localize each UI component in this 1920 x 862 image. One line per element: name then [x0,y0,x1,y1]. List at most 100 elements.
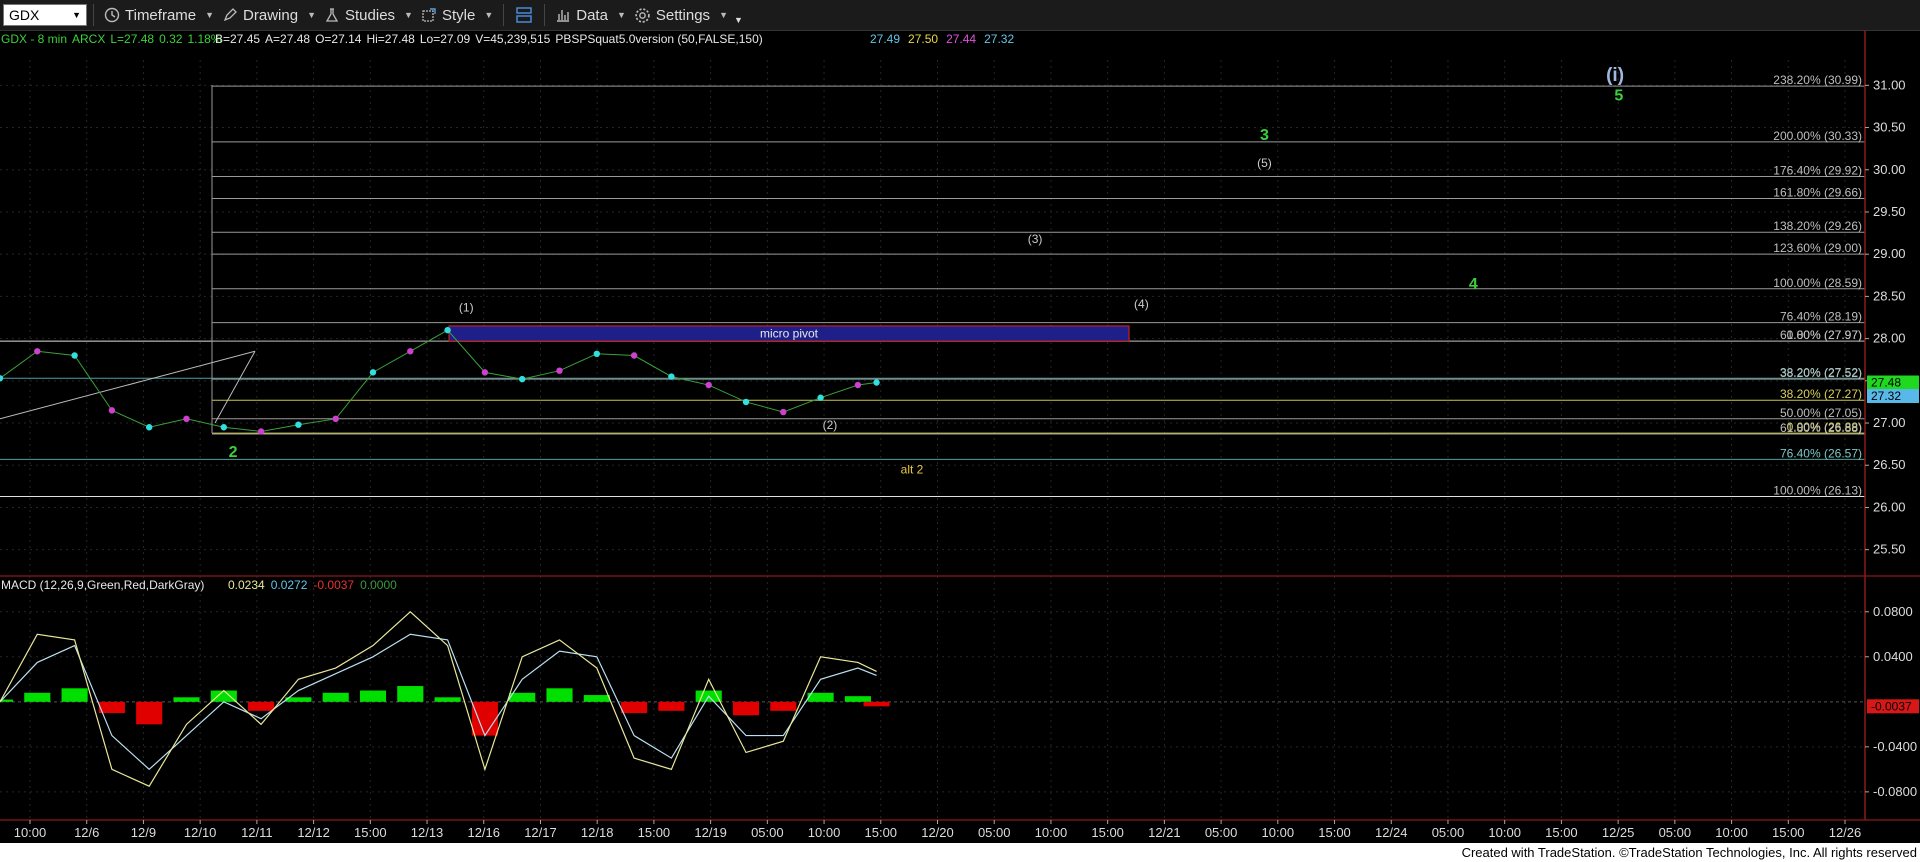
gear-icon [635,7,650,23]
time-tick-label: 12/25 [1602,825,1635,840]
wave-label: (5) [1257,156,1272,170]
time-tick-label: 12/10 [184,825,217,840]
time-tick-label: 12/26 [1829,825,1862,840]
fib-label: 138.20% (29.26) [1773,219,1862,233]
price-tick-label: 28.50 [1873,288,1906,303]
time-tick-label: 15:00 [1545,825,1578,840]
info-quote: B=27.45 A=27.48 O=27.14 Hi=27.48 Lo=27.09 V=4… [215,32,763,46]
fib-label: 38.20% (27.27) [1780,387,1862,401]
timeframe-caret-icon: ▼ [205,10,215,20]
toolbar: GDX ▼ Timeframe ▼ Drawing ▼ Studies ▼ St… [0,0,1920,31]
price-tick-label: 29.50 [1873,204,1906,219]
time-tick-label: 10:00 [1035,825,1068,840]
macd-histogram-bar [434,697,461,702]
time-tick-label: 15:00 [1318,825,1351,840]
fib-label: 76.40% (26.57) [1780,446,1862,460]
data-label: Data [576,6,608,24]
price-point [220,424,227,431]
time-tick-label: 12/21 [1148,825,1181,840]
fib-label: 38.20% (27.52) [1780,366,1862,380]
settings-label: Settings [655,6,711,24]
macd-values: 0.0234 0.0272 -0.0037 0.0000 [228,578,397,592]
price-point [108,407,116,414]
style-menu[interactable]: Style ▼ [417,2,497,28]
price-tick-label: 31.00 [1873,77,1906,92]
macd-histogram-bar [61,688,88,702]
wave-label: alt 2 [901,463,924,477]
timeframe-menu[interactable]: Timeframe ▼ [100,2,218,28]
wave-label: 2 [229,444,238,461]
style-label: Style [441,6,476,24]
time-tick-label: 05:00 [978,825,1011,840]
axes: 31.0030.5030.0029.5029.0028.5028.0027.50… [0,30,1920,840]
price-point [407,348,414,355]
macd-header: MACD (12,26,9,Green,Red,DarkGray) 0.0234… [1,578,397,592]
macd-histogram-bar [98,701,125,714]
price-point [71,352,78,359]
drawing-label: Drawing [243,6,299,24]
time-tick-label: 15:00 [638,825,671,840]
symbol-input[interactable]: GDX ▼ [3,4,87,26]
chart-area[interactable]: 238.20% (30.99) 200.00% (30.33) 176.40% (2… [0,30,1920,843]
time-tick-label: 10:00 [1715,825,1748,840]
time-tick-label: 12/20 [921,825,954,840]
macd-histogram-bar [546,688,573,702]
macd-histogram-bar [173,697,200,702]
price-point [332,415,339,423]
price-point [593,350,600,358]
macd-histogram-bar [621,701,648,714]
data-caret-icon: ▼ [616,10,626,20]
fib-label: 238.20% (30.99) [1773,73,1862,87]
macd-panel [0,610,1865,787]
time-tick-label: 12/17 [524,825,557,840]
trendline [0,350,256,420]
wave-label: 5 [1614,88,1623,105]
studies-caret-icon: ▼ [404,10,413,20]
time-tick-label: 12/6 [74,825,99,840]
time-tick-label: 05:00 [1205,825,1238,840]
settings-menu[interactable]: Settings ▼ [630,2,732,28]
time-tick-label: 10:00 [808,825,841,840]
fib-label: 76.40% (28.19) [1780,310,1862,324]
time-tick-label: 15:00 [1091,825,1124,840]
info-study-values: 27.49 27.50 27.44 27.32 [870,32,1014,46]
symbol-value: GDX [9,7,40,23]
studies-menu[interactable]: Studies ▼ [320,2,417,28]
wave-label: (i) [1606,65,1624,86]
wave-label: (4) [1134,297,1149,311]
overflow-caret-icon[interactable]: ▼ [734,15,743,25]
macd-histogram-bar [770,701,797,711]
price-point [742,398,750,406]
macd-tick-label: -0.0800 [1873,784,1917,799]
wave-label: 3 [1260,127,1269,144]
price-point [519,375,526,383]
time-tick-label: 12/11 [241,825,273,840]
price-point [873,379,880,386]
data-menu[interactable]: Data ▼ [551,2,630,28]
time-tick-label: 12/24 [1375,825,1408,840]
time-tick-label: 12/9 [131,825,156,840]
drawing-menu[interactable]: Drawing ▼ [218,2,320,28]
macd-tick-label: -0.0400 [1873,739,1917,754]
grid [0,60,1865,820]
layout-toggle[interactable] [510,2,538,28]
fib-label: 200.00% (30.33) [1773,129,1862,143]
time-tick-label: 12/18 [581,825,614,840]
macd-histogram-bar [658,701,685,711]
symbol-dropdown-icon[interactable]: ▼ [72,10,81,20]
trendline [214,351,256,424]
price-point [146,424,153,431]
style-icon [422,8,436,22]
macd-tick-label: 0.0400 [1873,649,1913,664]
price-point [481,369,489,376]
settings-caret-icon: ▼ [719,10,728,20]
fib-label: 50.00% (27.05) [1780,406,1862,420]
macd-histogram-bar [248,701,275,711]
fib-label: 100.00% (26.13) [1773,483,1862,497]
pencil-icon [223,8,237,22]
macd-histogram-bar [359,690,387,702]
price-point [34,348,41,355]
price-point [630,352,638,359]
macd-histogram-bar [863,701,890,707]
micro-pivot-label: micro pivot [760,327,819,341]
